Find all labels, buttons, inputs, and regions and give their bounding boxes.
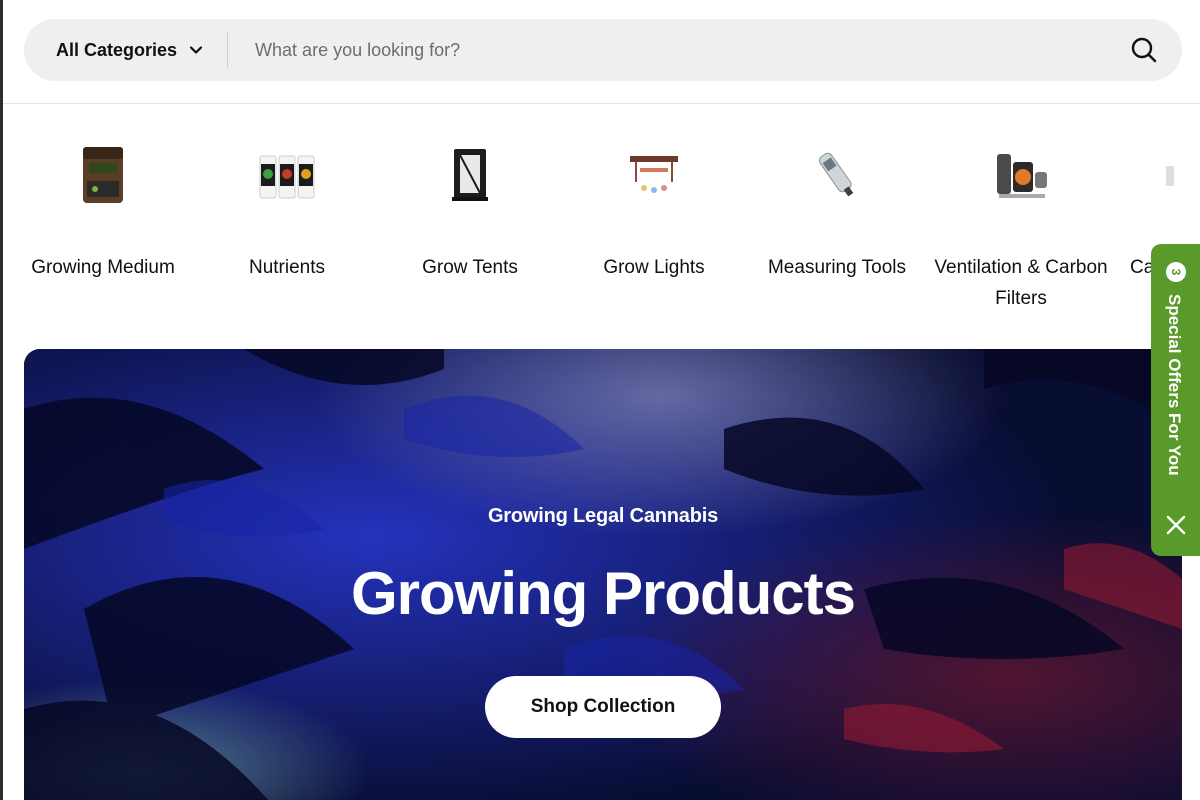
grow-light-image (609, 130, 699, 220)
category-label: Ventilation & Carbon Filters (934, 257, 1108, 309)
category-item-nutrients[interactable]: Nutrients (197, 130, 377, 283)
category-item-measuring-tools[interactable]: Measuring Tools (747, 130, 927, 283)
fan-filter-image (976, 130, 1066, 220)
search-button[interactable] (1114, 19, 1174, 81)
category-dropdown-label: All Categories (56, 39, 178, 60)
partial-category-image (1114, 130, 1174, 220)
hero-subtitle: Growing Legal Cannabis (487, 505, 719, 527)
category-item-ventilation[interactable]: Ventilation & Carbon Filters (931, 130, 1111, 314)
soil-bag-image (58, 130, 148, 220)
search-icon (1131, 37, 1157, 63)
category-label: Grow Lights (603, 257, 705, 278)
grow-tent-image (425, 130, 515, 220)
close-icon[interactable] (1165, 514, 1187, 536)
category-item-grow-lights[interactable]: Grow Lights (564, 130, 744, 283)
hero-title: Growing Products (350, 560, 856, 627)
category-label: Measuring Tools (767, 257, 906, 278)
chevron-down-icon (189, 46, 203, 54)
window-edge (0, 0, 3, 800)
category-label: Growing Medium (31, 257, 175, 278)
shop-collection-button[interactable]: Shop Collection (485, 676, 721, 738)
special-offers-tab[interactable]: 3 Special Offers For You (1151, 244, 1200, 556)
page: All Categories What are you looking for?… (0, 0, 1200, 800)
search-input[interactable] (228, 18, 1114, 82)
category-label: Nutrients (248, 257, 326, 278)
search-bar: All Categories (24, 18, 1182, 82)
ph-meter-image (792, 130, 882, 220)
header-divider (3, 103, 1200, 104)
category-label: Grow Tents (422, 257, 518, 278)
category-item-grow-tents[interactable]: Grow Tents (380, 130, 560, 283)
offers-count-badge: 3 (1166, 262, 1186, 282)
special-offers-label: Special Offers For You (1165, 294, 1184, 476)
category-dropdown[interactable]: All Categories (24, 19, 227, 81)
category-carousel: Growing Medium Nutrients Grow Tents Grow… (0, 130, 1200, 330)
hero-banner: Growing Legal Cannabis Growing Products … (24, 349, 1182, 800)
nutrient-bottles-image (242, 130, 332, 220)
category-item-growing-medium[interactable]: Growing Medium (13, 130, 193, 283)
